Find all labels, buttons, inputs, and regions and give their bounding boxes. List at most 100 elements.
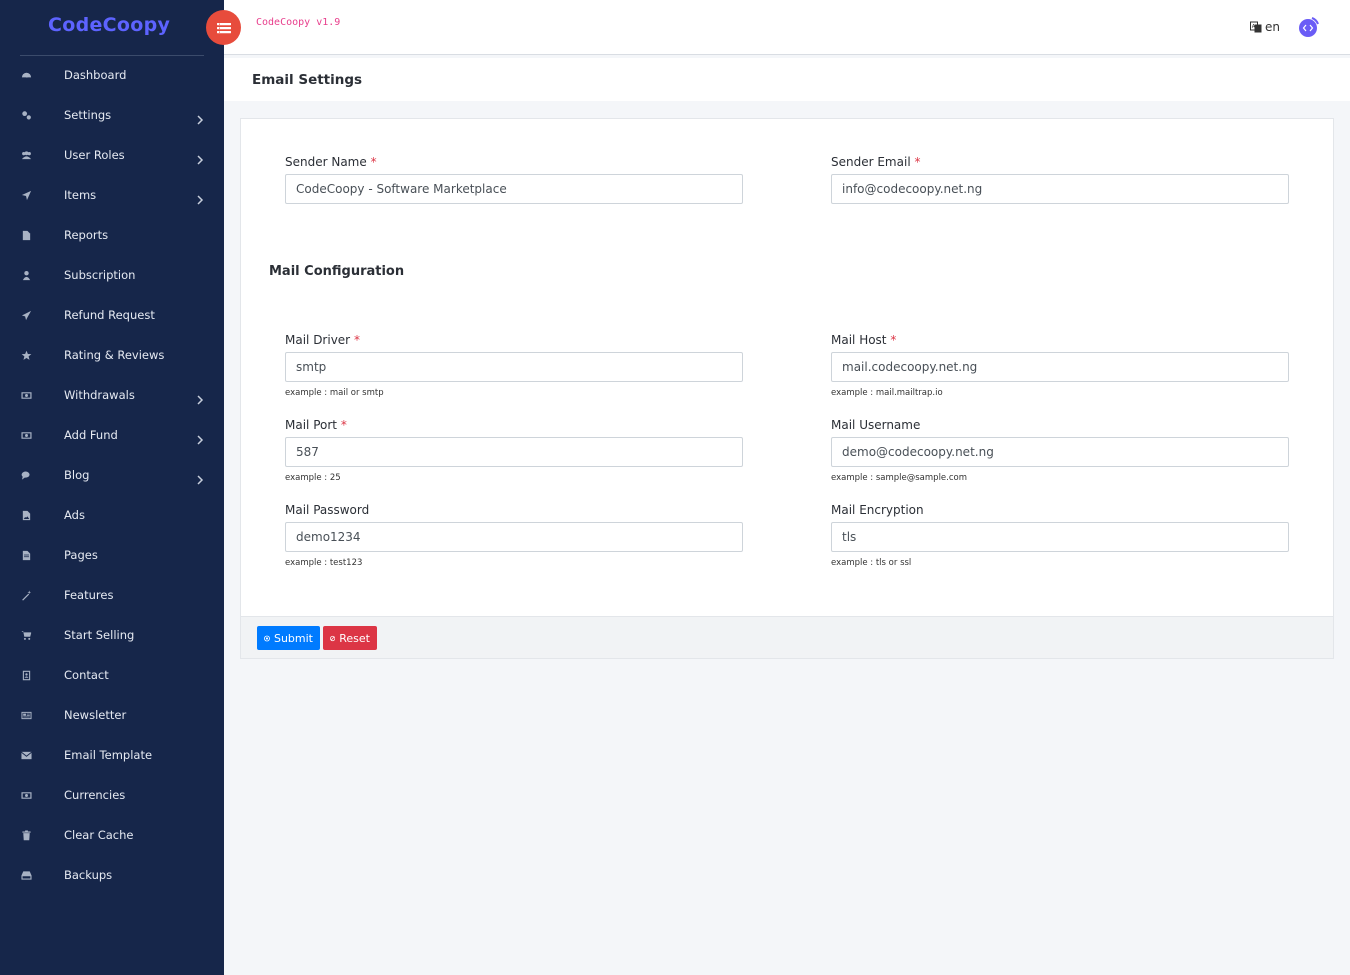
- sidebar-item-user-roles[interactable]: User Roles: [0, 135, 224, 175]
- mail-username-hint: example : sample@sample.com: [831, 473, 968, 483]
- sidebar: CodeCoopy Dashboard Settings User Roles Ite…: [0, 0, 224, 975]
- sidebar-item-pages[interactable]: Pages: [0, 535, 224, 575]
- sidebar-item-backups[interactable]: Backups: [0, 855, 224, 895]
- sidebar-item-label: Rating & Reviews: [64, 348, 165, 362]
- sidebar-item-label: Pages: [64, 548, 98, 562]
- user-icon: [19, 268, 33, 282]
- chevron-right-icon: [197, 195, 204, 205]
- sidebar-item-label: Start Selling: [64, 628, 135, 642]
- sender-email-label: Sender Email *: [831, 155, 921, 169]
- sender-email-field: Sender Email *: [831, 154, 1289, 204]
- file-image-icon: [19, 508, 33, 522]
- sidebar-item-add-fund[interactable]: Add Fund: [0, 415, 224, 455]
- sidebar-item-label: Backups: [64, 868, 113, 882]
- language-selector[interactable]: A en: [1250, 20, 1280, 34]
- sidebar-item-label: Subscription: [64, 268, 136, 282]
- mail-host-field: Mail Host * example : mail.mailtrap.io: [831, 332, 1289, 399]
- svg-text:A: A: [1252, 24, 1256, 30]
- sidebar-toggle-button[interactable]: [206, 10, 241, 45]
- brand[interactable]: CodeCoopy: [20, 10, 204, 56]
- sidebar-item-label: Withdrawals: [64, 388, 135, 402]
- sidebar-item-start-selling[interactable]: Start Selling: [0, 615, 224, 655]
- hdd-icon: [19, 868, 33, 882]
- sidebar-item-label: Ads: [64, 508, 85, 522]
- sidebar-item-email-template[interactable]: Email Template: [0, 735, 224, 775]
- sidebar-item-clear-cache[interactable]: Clear Cache: [0, 815, 224, 855]
- sidebar-item-label: Clear Cache: [64, 828, 134, 842]
- menu-icon: [216, 22, 231, 33]
- sidebar-item-newsletter[interactable]: Newsletter: [0, 695, 224, 735]
- language-code: en: [1265, 20, 1280, 34]
- reset-button[interactable]: Reset: [323, 626, 377, 650]
- sidebar-item-refund-request[interactable]: Refund Request: [0, 295, 224, 335]
- mail-port-input[interactable]: [285, 437, 743, 467]
- sidebar-item-label: Newsletter: [64, 708, 127, 722]
- submenu-arrow: [196, 430, 206, 445]
- file-text-icon: [19, 548, 33, 562]
- submenu-arrow: [196, 110, 206, 125]
- mail-username-input[interactable]: [831, 437, 1289, 467]
- chevron-right-icon: [197, 395, 204, 405]
- chevron-right-icon: [197, 155, 204, 165]
- magic-wand-icon: [19, 588, 33, 602]
- page-title: Email Settings: [252, 72, 363, 88]
- chevron-right-icon: [197, 435, 204, 445]
- mail-driver-input[interactable]: [285, 352, 743, 382]
- gears-icon: [19, 108, 33, 122]
- location-arrow-icon: [19, 188, 33, 202]
- sidebar-item-label: Dashboard: [64, 68, 127, 82]
- mail-username-label: Mail Username: [831, 418, 921, 432]
- sidebar-item-subscription[interactable]: Subscription: [0, 255, 224, 295]
- app-version: CodeCoopy v1.9: [256, 17, 341, 28]
- sidebar-item-rating-and-reviews[interactable]: Rating & Reviews: [0, 335, 224, 375]
- sidebar-item-label: Reports: [64, 228, 109, 242]
- sidebar-item-settings[interactable]: Settings: [0, 95, 224, 135]
- sidebar-item-contact[interactable]: Contact: [0, 655, 224, 695]
- sidebar-item-blog[interactable]: Blog: [0, 455, 224, 495]
- star-icon: [19, 348, 33, 362]
- sidebar-item-label: Add Fund: [64, 428, 118, 442]
- sender-name-input[interactable]: [285, 174, 743, 204]
- mail-password-input[interactable]: [285, 522, 743, 552]
- comments-icon: [19, 468, 33, 482]
- newspaper-icon: [19, 708, 33, 722]
- user-avatar-icon[interactable]: [1298, 16, 1320, 38]
- envelope-icon: [19, 748, 33, 762]
- submenu-arrow: [196, 190, 206, 205]
- translate-icon: A: [1250, 21, 1262, 33]
- users-icon: [19, 148, 33, 162]
- sidebar-item-reports[interactable]: Reports: [0, 215, 224, 255]
- mail-username-field: Mail Username example : sample@sample.co…: [831, 417, 1289, 484]
- email-settings-card: Sender Name * Sender Email * Mail Config…: [240, 118, 1334, 659]
- shopping-cart-icon: [19, 628, 33, 642]
- sender-email-input[interactable]: [831, 174, 1289, 204]
- sidebar-item-withdrawals[interactable]: Withdrawals: [0, 375, 224, 415]
- submit-button[interactable]: Submit: [257, 626, 320, 650]
- sidebar-item-label: Items: [64, 188, 97, 202]
- check-circle-icon: [264, 635, 270, 641]
- trash-icon: [19, 828, 33, 842]
- chevron-right-icon: [197, 115, 204, 125]
- mail-host-input[interactable]: [831, 352, 1289, 382]
- paper-plane-icon: [19, 308, 33, 322]
- sidebar-item-currencies[interactable]: Currencies: [0, 775, 224, 815]
- mail-encryption-field: Mail Encryption example : tls or ssl: [831, 502, 1289, 569]
- sidebar-item-dashboard[interactable]: Dashboard: [0, 55, 224, 95]
- topbar: CodeCoopy v1.9 A en: [224, 0, 1350, 55]
- money-icon: [19, 388, 33, 402]
- sidebar-item-ads[interactable]: Ads: [0, 495, 224, 535]
- mail-driver-label: Mail Driver *: [285, 333, 360, 347]
- mail-driver-hint: example : mail or smtp: [285, 388, 384, 398]
- mail-configuration-title: Mail Configuration: [269, 264, 405, 279]
- mail-encryption-input[interactable]: [831, 522, 1289, 552]
- sidebar-item-items[interactable]: Items: [0, 175, 224, 215]
- mail-port-hint: example : 25: [285, 473, 341, 483]
- sidebar-item-label: Contact: [64, 668, 109, 682]
- dashboard-icon: [19, 68, 33, 82]
- sidebar-item-features[interactable]: Features: [0, 575, 224, 615]
- brand-logo[interactable]: CodeCoopy: [48, 14, 170, 36]
- sidebar-item-label: User Roles: [64, 148, 125, 162]
- submit-button-label: Submit: [273, 631, 313, 645]
- submenu-arrow: [196, 390, 206, 405]
- content-header: Email Settings: [224, 58, 1350, 101]
